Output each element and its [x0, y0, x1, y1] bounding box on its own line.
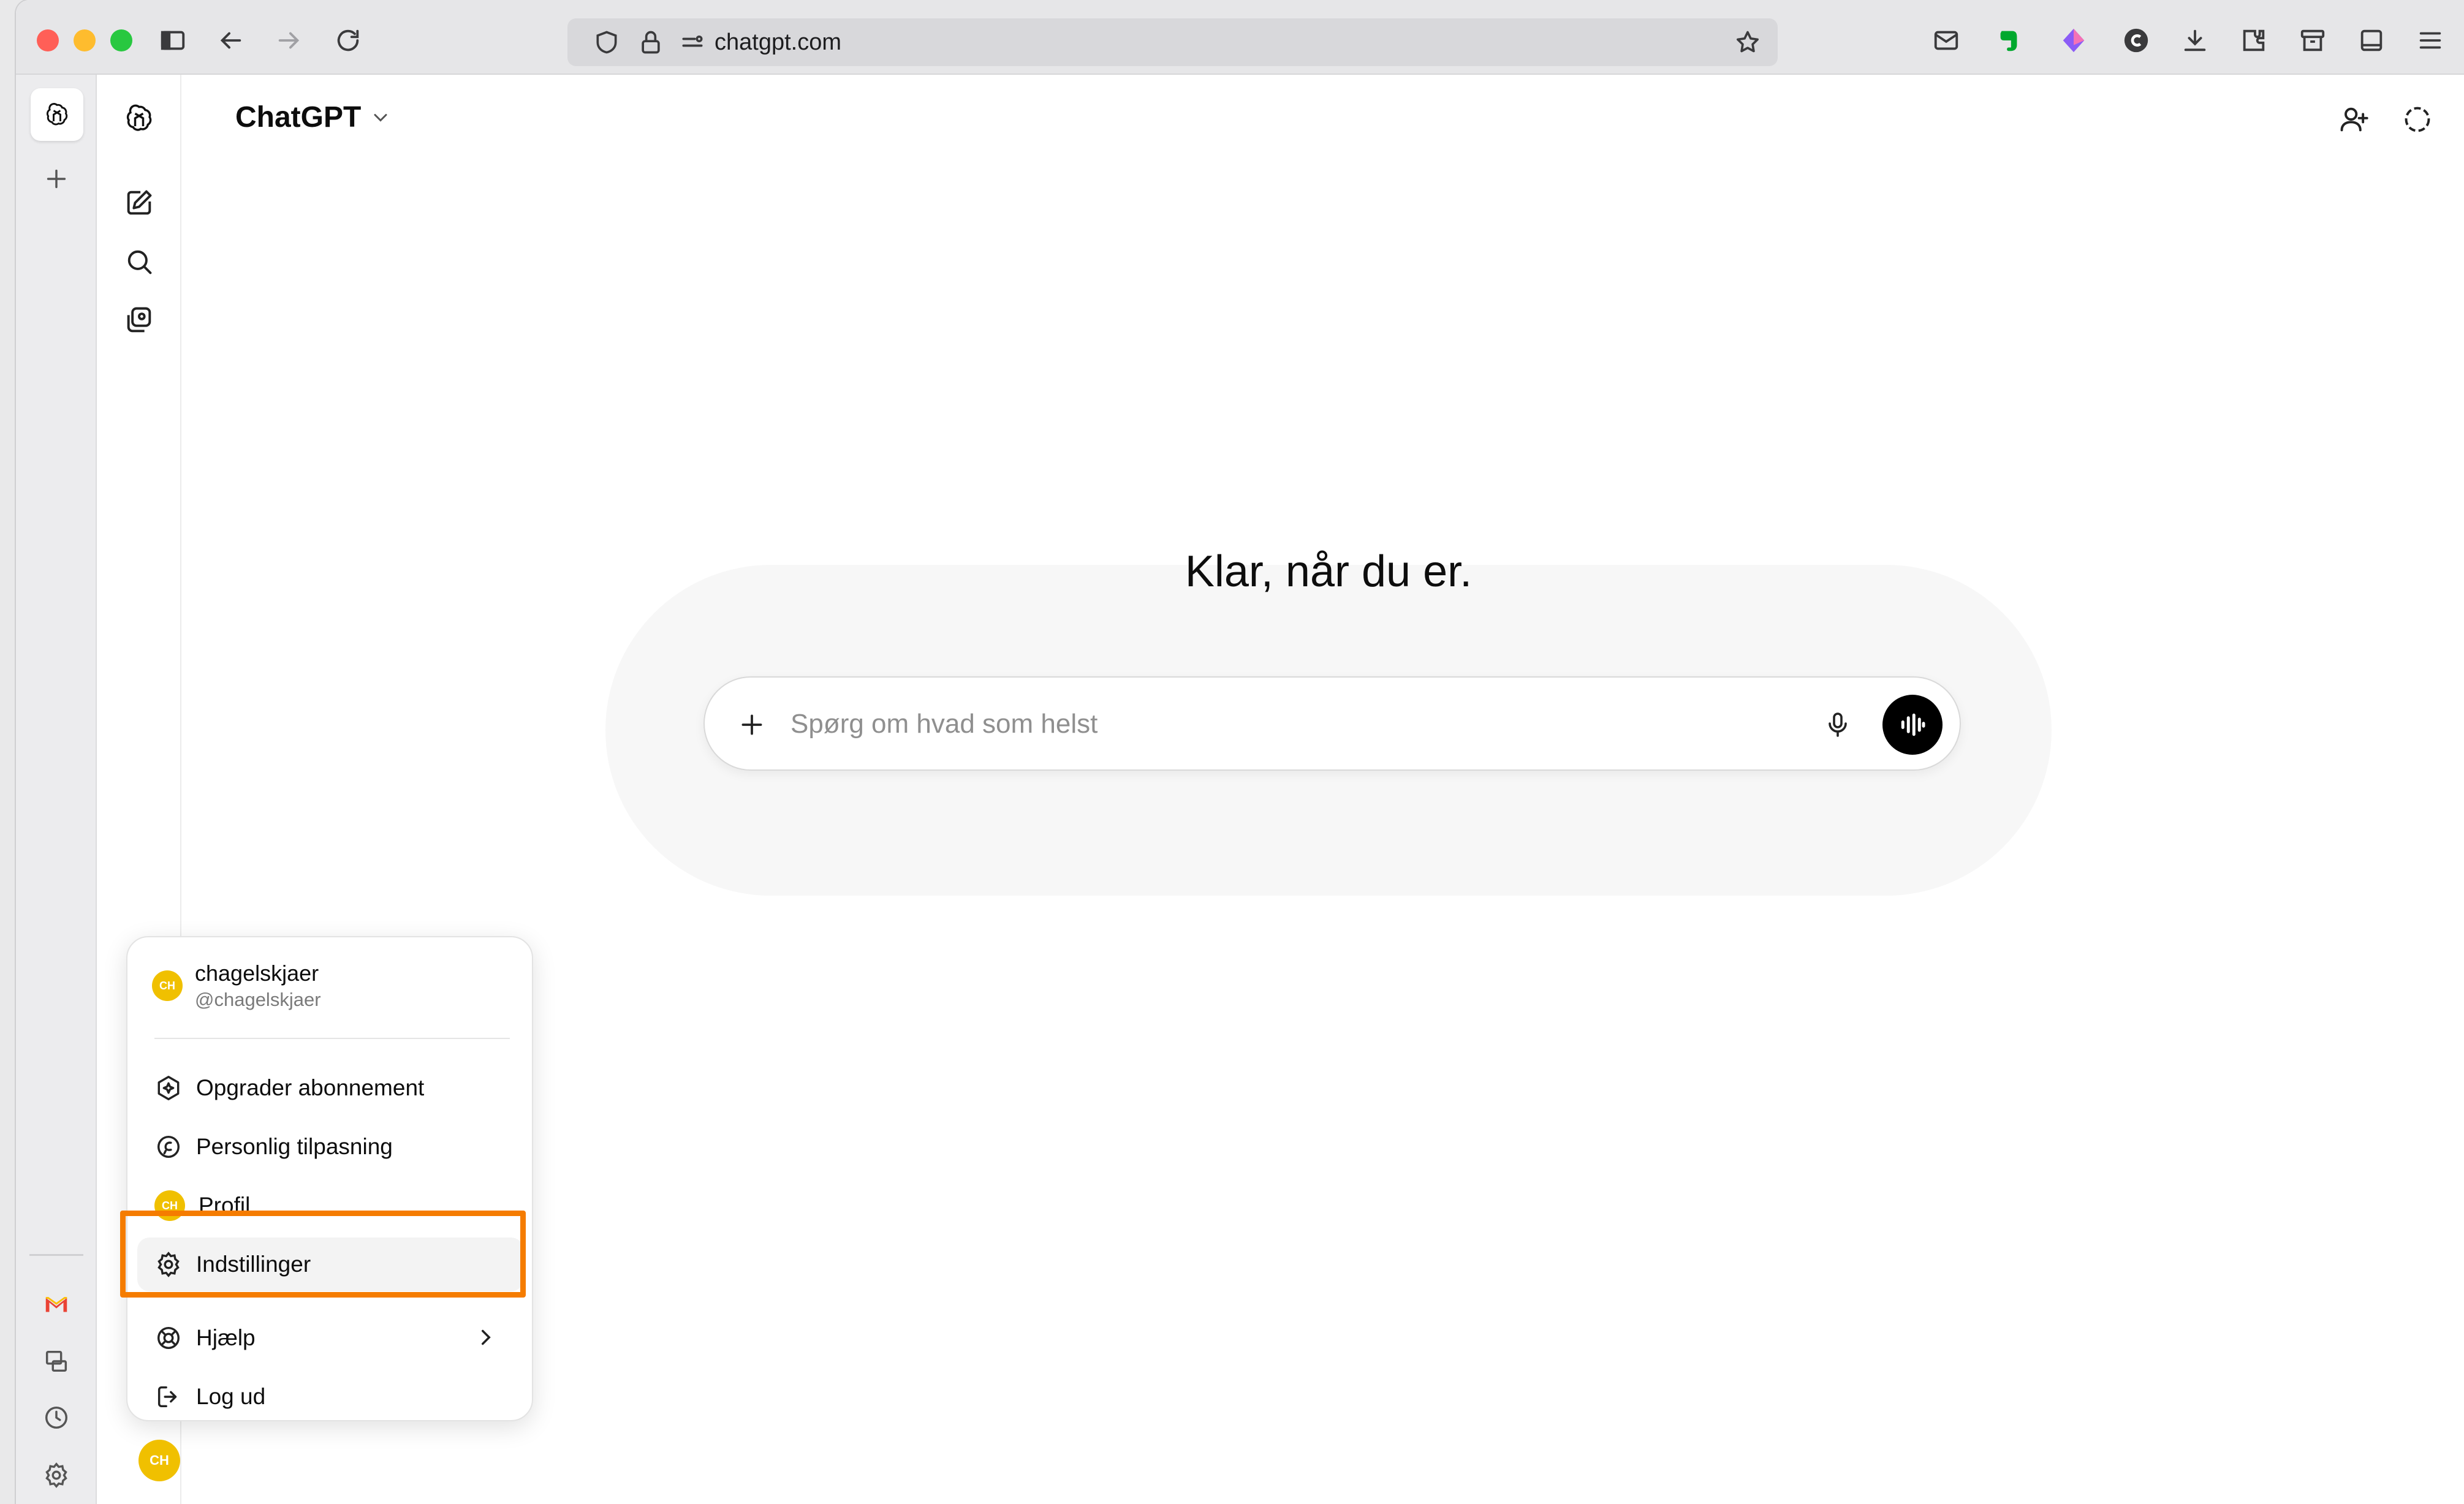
help-icon	[157, 1326, 180, 1350]
menu-item-logout[interactable]: Log ud	[137, 1370, 523, 1424]
new-tab-plus-icon[interactable]	[37, 159, 76, 198]
sidebar-divider	[29, 1254, 83, 1256]
history-clock-icon[interactable]	[37, 1398, 76, 1437]
personalization-icon	[157, 1135, 180, 1158]
prompt-input[interactable]	[790, 701, 1771, 747]
settings-gear-icon[interactable]	[37, 1456, 76, 1495]
menu-divider	[154, 1038, 510, 1039]
chatgpt-tab[interactable]	[31, 88, 83, 141]
menu-item-label: Hjælp	[196, 1325, 256, 1350]
new-chat-edit-icon[interactable]	[118, 181, 161, 224]
back-arrow-icon[interactable]	[214, 25, 246, 56]
site-settings-icon[interactable]	[677, 26, 708, 58]
maximize-window-button[interactable]	[110, 29, 132, 51]
browser-vertical-sidebar	[16, 75, 97, 1504]
menu-item-personalization[interactable]: Personlig tilpasning	[137, 1120, 523, 1174]
voice-mode-button[interactable]	[1882, 695, 1943, 755]
add-people-icon[interactable]	[2332, 98, 2375, 141]
chat-composer	[703, 676, 1961, 771]
reload-icon[interactable]	[332, 25, 364, 56]
mail-icon[interactable]	[1930, 25, 1962, 56]
openai-logo-icon[interactable]	[118, 97, 161, 140]
extensions-puzzle-icon[interactable]	[2238, 25, 2270, 56]
menu-item-label: Log ud	[196, 1384, 266, 1409]
openai-logo-icon	[46, 103, 68, 126]
model-name: ChatGPT	[235, 101, 362, 134]
model-selector[interactable]: ChatGPT	[235, 100, 392, 134]
forward-arrow-icon[interactable]	[273, 25, 305, 56]
logout-icon	[157, 1386, 177, 1408]
library-images-icon[interactable]	[118, 299, 161, 342]
download-icon[interactable]	[2179, 25, 2211, 56]
browser-toolbar: chatgpt.com	[16, 0, 2464, 75]
account-handle: @chagelskjaer	[195, 989, 321, 1010]
menu-item-label: Opgrader abonnement	[196, 1075, 425, 1100]
avatar: CH	[152, 970, 183, 1001]
menu-item-help[interactable]: Hjælp	[137, 1311, 523, 1365]
microphone-icon[interactable]	[1815, 702, 1860, 747]
menu-item-upgrade[interactable]: Opgrader abonnement	[137, 1061, 523, 1115]
address-bar[interactable]: chatgpt.com	[567, 18, 1778, 66]
voice-waveform-icon	[1901, 713, 1925, 736]
account-menu: CH chagelskjaer @chagelskjaer Opgrader a…	[126, 936, 533, 1421]
temporary-chat-icon[interactable]	[2396, 98, 2439, 141]
annotation-highlight-box	[120, 1211, 526, 1298]
menu-hamburger-icon[interactable]	[2414, 25, 2446, 56]
gem-extension-icon[interactable]	[2058, 25, 2090, 56]
account-avatar-button[interactable]: CH	[138, 1440, 180, 1481]
sidebar-toggle-icon[interactable]	[157, 25, 189, 56]
minimize-window-button[interactable]	[74, 29, 96, 51]
evernote-extension-icon[interactable]	[1993, 25, 2025, 56]
shield-icon[interactable]	[591, 26, 623, 58]
close-window-button[interactable]	[37, 29, 59, 51]
bookmark-star-icon[interactable]	[1732, 26, 1764, 58]
menu-item-label: Personlig tilpasning	[196, 1134, 393, 1159]
browser-window: chatgpt.com ChatGPT Klar, når du er. Spø…	[16, 0, 2464, 1504]
synced-tabs-icon[interactable]	[37, 1342, 76, 1381]
account-username: chagelskjaer	[195, 961, 319, 986]
lock-icon[interactable]	[635, 26, 667, 58]
reader-view-icon[interactable]	[2356, 25, 2387, 56]
search-icon[interactable]	[118, 240, 161, 283]
gmail-icon[interactable]	[37, 1285, 76, 1325]
chevron-down-icon	[374, 113, 387, 122]
c-extension-icon[interactable]	[2120, 25, 2152, 56]
attach-plus-icon[interactable]	[729, 702, 775, 747]
upgrade-icon	[157, 1076, 180, 1100]
greeting-heading: Klar, når du er.	[1185, 547, 1473, 596]
chevron-right-icon	[473, 1325, 499, 1356]
archive-icon[interactable]	[2297, 25, 2329, 56]
account-header: CH chagelskjaer @chagelskjaer	[152, 961, 321, 1011]
url-text[interactable]: chatgpt.com	[715, 29, 841, 56]
